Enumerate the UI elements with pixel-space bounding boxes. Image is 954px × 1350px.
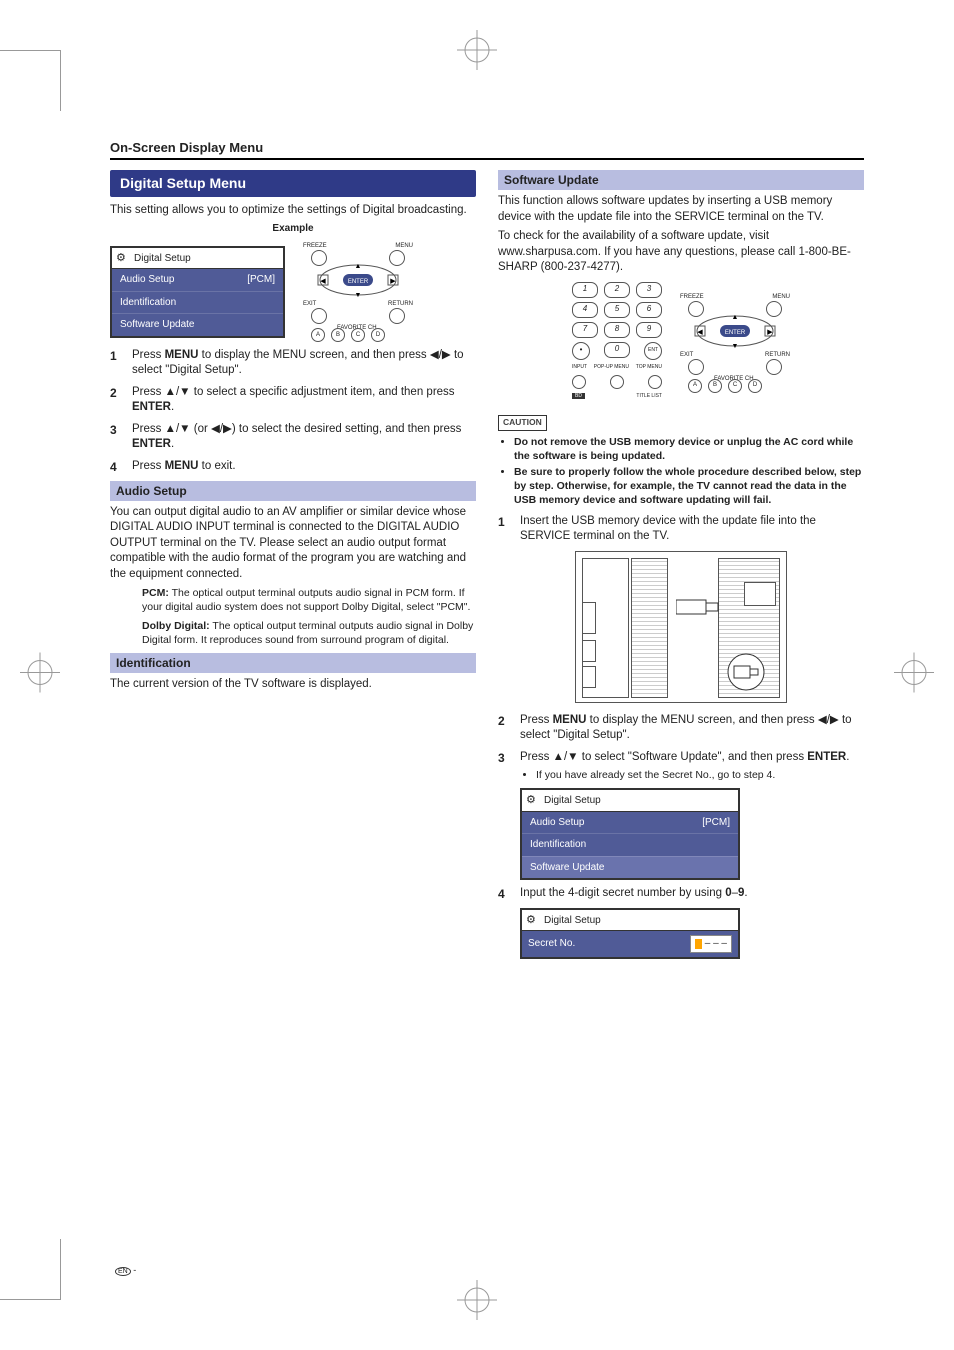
usb-stick-icon [676,592,726,622]
secret-no-label: Secret No. [528,937,575,951]
svg-text:ENTER: ENTER [725,330,746,336]
svg-text:▶: ▶ [390,278,396,285]
secret-no-input[interactable]: – – – [690,935,732,953]
caution-label: CAUTION [498,415,547,430]
identification-body: The current version of the TV software i… [110,677,476,693]
menu-row-software-update: Software Update [112,313,283,336]
right-steps: Insert the USB memory device with the up… [498,514,864,545]
fav-a-icon: A [311,328,325,342]
gear-icon: ⚙ [526,793,536,808]
topmenu-button-icon [648,375,662,389]
crop-mark-bottom [457,1280,497,1325]
identification-heading: Identification [110,653,476,673]
crop-mark-left [20,653,60,698]
left-column: Digital Setup Menu This setting allows y… [110,170,476,965]
svg-text:▼: ▼ [355,292,362,299]
header-rule [110,158,864,160]
input-button-icon [572,375,586,389]
dolby-desc: Dolby Digital: The optical output termin… [110,619,476,647]
return-button-icon [389,308,405,324]
exit-button-icon [311,308,327,324]
menu-title: Digital Setup [134,253,191,264]
step-1: Press MENU to display the MENU screen, a… [110,348,476,379]
remote-dpad-figure-2: FREEZE MENU ENTER ◀ ▶ ▲ ▼ EXIT RETURN [680,293,790,393]
zoom-circle-icon [726,652,766,692]
svg-text:▲: ▲ [732,314,739,321]
digital-setup-title: Digital Setup Menu [110,170,476,197]
tv-usb-figure [575,551,787,703]
remote-numpad-figure: 123 456 789 •0ENT INPUT POP-UP MENU TOP … [572,282,662,404]
software-update-p1: This function allows software updates by… [498,194,864,225]
svg-text:▶: ▶ [767,329,773,336]
rstep-2: Press MENU to display the MENU screen, a… [498,713,864,744]
audio-setup-body: You can output digital audio to an AV am… [110,505,476,583]
fav-b-icon: B [331,328,345,342]
svg-text:◀: ◀ [320,278,326,285]
intro-text: This setting allows you to optimize the … [110,203,476,219]
menu-header: ⚙ Digital Setup [110,246,285,270]
popup-button-icon [610,375,624,389]
svg-text:▲: ▲ [355,263,362,270]
rstep-3: Press ▲/▼ to select "Software Update", a… [498,750,864,881]
audio-setup-heading: Audio Setup [110,481,476,501]
caution-item-2: Be sure to properly follow the whole pro… [514,465,864,508]
right-steps-2: Press MENU to display the MENU screen, a… [498,713,864,959]
step-3: Press ▲/▼ (or ◀/▶) to select the desired… [110,422,476,453]
cursor-icon [695,939,702,949]
svg-text:▼: ▼ [732,343,739,350]
remote-dpad-figure: FREEZE MENU ENTER ◀ ▶ ▲ ▼ EXIT RETURN [303,242,413,342]
right-column: Software Update This function allows sof… [498,170,864,965]
step-4: Press MENU to exit. [110,459,476,475]
fav-c-icon: C [351,328,365,342]
caution-list: Do not remove the USB memory device or u… [498,435,864,508]
left-steps: Press MENU to display the MENU screen, a… [110,348,476,475]
example-label: Example [110,222,476,236]
crop-mark-top [457,30,497,75]
pcm-desc: PCM: The optical output terminal outputs… [110,586,476,614]
crop-mark-right [894,653,934,698]
digital-setup-menu-2: ⚙Digital Setup Audio Setup[PCM] Identifi… [520,788,740,880]
page-header: On-Screen Display Menu [110,140,864,155]
caution-item-1: Do not remove the USB memory device or u… [514,435,864,463]
rstep-3-sub: If you have already set the Secret No., … [536,768,864,782]
svg-text:◀: ◀ [697,329,703,336]
secret-no-menu: ⚙Digital Setup Secret No. – – – [520,908,740,959]
digital-setup-menu: ⚙ Digital Setup Audio Setup [PCM] Identi… [110,246,285,338]
page-footer-en: EN - [115,1265,136,1275]
menu-row-identification: Identification [112,291,283,314]
rstep-1: Insert the USB memory device with the up… [498,514,864,545]
gear-icon: ⚙ [116,251,126,266]
svg-text:ENTER: ENTER [348,279,369,285]
step-2: Press ▲/▼ to select a specific adjustmen… [110,385,476,416]
gear-icon: ⚙ [526,913,536,928]
fav-d-icon: D [371,328,385,342]
menu-row-audio: Audio Setup [PCM] [112,269,283,291]
software-update-p2: To check for the availability of a softw… [498,229,864,276]
rstep-4: Input the 4-digit secret number by using… [498,886,864,959]
software-update-heading: Software Update [498,170,864,190]
